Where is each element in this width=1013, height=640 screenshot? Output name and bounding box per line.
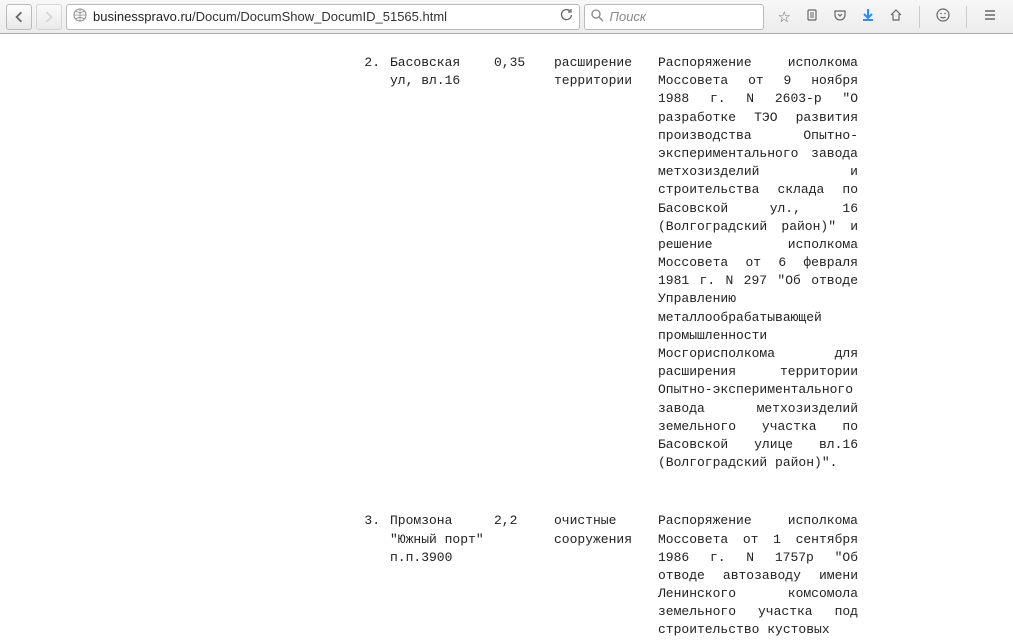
home-icon[interactable] [889,8,903,26]
row-amount: 2,2 [494,512,544,639]
globe-icon [73,8,87,25]
search-placeholder: Поиск [610,9,647,24]
url-bar[interactable]: businesspravo.ru/Docum/DocumShow_DocumID… [66,4,580,30]
smiley-icon[interactable] [936,8,950,26]
url-text: businesspravo.ru/Docum/DocumShow_DocumID… [93,9,553,24]
separator [919,6,920,28]
search-icon [591,9,604,25]
row-amount: 0,35 [494,54,544,472]
row-purpose: расширение территории [554,54,644,472]
row-address: Басовская ул, вл.16 [390,54,490,472]
table-row: 3. Промзона "Южный порт" п.п.3900 2,2 оч… [0,512,1013,639]
clipboard-icon[interactable] [805,8,819,26]
row-number: 2. [350,54,380,472]
separator [966,6,967,28]
download-icon[interactable] [861,8,875,26]
browser-toolbar: businesspravo.ru/Docum/DocumShow_DocumID… [0,0,1013,34]
menu-icon[interactable] [983,8,997,26]
search-bar[interactable]: Поиск [584,4,764,30]
row-note: Распоряжение исполкома Моссовета от 1 се… [658,512,858,639]
forward-button[interactable] [36,4,62,30]
row-purpose: очистные сооружения [554,512,644,639]
star-icon[interactable]: ☆ [778,8,791,26]
reload-icon[interactable] [559,8,573,25]
row-address: Промзона "Южный порт" п.п.3900 [390,512,490,639]
row-number: 3. [350,512,380,639]
document-content: 2. Басовская ул, вл.16 0,35 расширение т… [0,34,1013,640]
pocket-icon[interactable] [833,8,847,26]
toolbar-icons: ☆ [768,6,1007,28]
back-button[interactable] [6,4,32,30]
row-note: Распоряжение исполкома Моссовета от 9 но… [658,54,858,472]
table-row: 2. Басовская ул, вл.16 0,35 расширение т… [0,54,1013,472]
